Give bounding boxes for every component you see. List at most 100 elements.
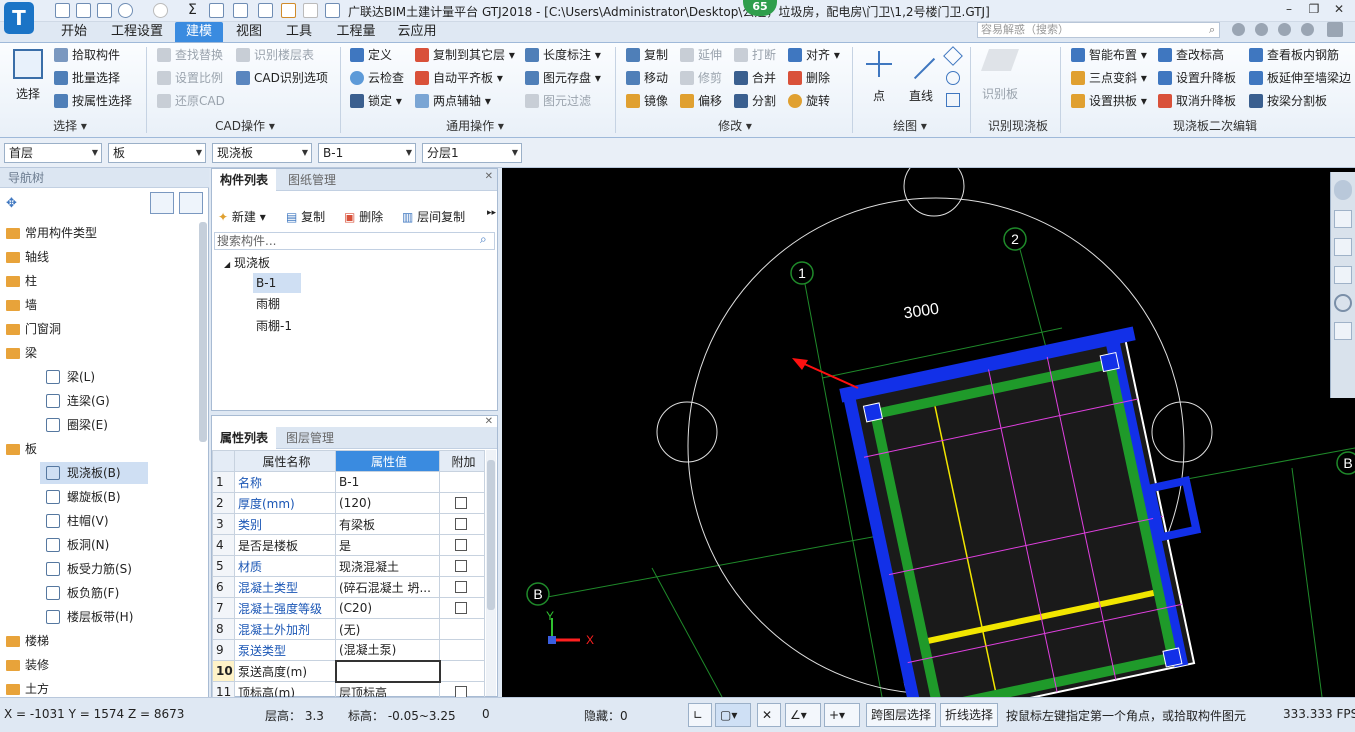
new-file-icon[interactable] xyxy=(55,3,70,18)
three-point-slope-button[interactable]: 三点变斜 ▾ xyxy=(1071,68,1147,88)
tab-view[interactable]: 视图 xyxy=(228,22,270,42)
component-item-canopy[interactable]: 雨棚 xyxy=(256,295,280,312)
circle-icon[interactable] xyxy=(946,71,960,85)
new-component-button[interactable]: ✦ 新建 ▾ xyxy=(218,208,266,225)
element-filter-button[interactable]: 图元过滤 xyxy=(525,91,591,111)
shirt-icon[interactable] xyxy=(1327,22,1343,37)
rectangle-icon[interactable] xyxy=(946,93,960,107)
calc-icon[interactable] xyxy=(209,3,224,18)
extend-slab-button[interactable]: 板延伸至墙梁边 xyxy=(1249,68,1351,88)
report-icon[interactable] xyxy=(233,3,248,18)
tab-project-settings[interactable]: 工程设置 xyxy=(107,22,167,42)
nav-folder[interactable]: 装修 xyxy=(6,654,49,676)
property-value[interactable]: (混凝土泵) xyxy=(335,639,440,661)
nav-item[interactable]: 连梁(G) xyxy=(40,390,110,412)
nav-folder[interactable]: 常用构件类型 xyxy=(6,222,97,244)
drawing-canvas[interactable]: 1 2 B B 3000 Y X xyxy=(502,168,1355,697)
nav-folder[interactable]: 门窗洞 xyxy=(6,318,61,340)
nav-folder[interactable]: 土方 xyxy=(6,678,49,697)
minimize-window-icon[interactable]: – xyxy=(1280,2,1298,18)
move-button[interactable]: 移动 xyxy=(626,68,668,88)
save-element-button[interactable]: 图元存盘 ▾ xyxy=(525,68,601,88)
merge-button[interactable]: 合并 xyxy=(734,68,776,88)
point-draw-button[interactable]: 点 xyxy=(862,47,896,104)
property-row[interactable]: 10 泵送高度(m) xyxy=(212,659,485,683)
bell-icon[interactable] xyxy=(1255,23,1268,36)
component-select[interactable]: B-1 ▼ xyxy=(318,143,416,163)
copy-to-other-floor-button[interactable]: 复制到其它层 ▾ xyxy=(415,45,515,65)
mirror-button[interactable]: 镜像 xyxy=(626,91,668,111)
nav-folder[interactable]: 楼梯 xyxy=(6,630,49,652)
property-row[interactable]: 6 混凝土类型 (碎石混凝土 坍... xyxy=(212,576,485,598)
property-value[interactable]: 是 xyxy=(335,534,440,556)
nav-folder[interactable]: 梁 xyxy=(6,342,37,364)
nav-item[interactable]: 现浇板(B) xyxy=(40,462,148,484)
recognize-floor-table-button[interactable]: 识别楼层表 xyxy=(236,45,314,65)
type-select[interactable]: 现浇板 ▼ xyxy=(212,143,312,163)
cad-options-button[interactable]: CAD识别选项 xyxy=(236,68,328,88)
property-value[interactable]: (120) xyxy=(335,492,440,514)
offset-button[interactable]: 偏移 xyxy=(680,91,722,111)
tab-tools[interactable]: 工具 xyxy=(279,22,319,42)
property-value[interactable]: (碎石混凝土 坍... xyxy=(335,576,440,598)
split-by-beam-button[interactable]: 按梁分割板 xyxy=(1249,91,1327,111)
extra-checkbox[interactable] xyxy=(455,581,467,593)
split-button[interactable]: 分割 xyxy=(734,91,776,111)
cloud-icon[interactable] xyxy=(258,3,273,18)
copy-component-button[interactable]: ▤ 复制 xyxy=(286,208,325,225)
extra-checkbox[interactable] xyxy=(455,539,467,551)
cancel-raise-lower-button[interactable]: 取消升降板 xyxy=(1158,91,1236,111)
sum-icon[interactable]: Σ xyxy=(188,2,197,18)
tab-start[interactable]: 开始 xyxy=(52,22,96,42)
nav-item[interactable]: 板洞(N) xyxy=(40,534,109,556)
nav-item[interactable]: 板受力筋(S) xyxy=(40,558,132,580)
floor-select[interactable]: 首层 ▼ xyxy=(4,143,102,163)
help-icon[interactable] xyxy=(1301,23,1314,36)
property-value[interactable]: B-1 xyxy=(335,471,440,493)
delete-button[interactable]: 删除 xyxy=(788,68,830,88)
tab-component-list[interactable]: 构件列表 xyxy=(212,169,277,191)
nav-folder[interactable]: 墙 xyxy=(6,294,37,316)
restore-cad-button[interactable]: 还原CAD xyxy=(157,91,225,111)
line-draw-button[interactable]: 直线 xyxy=(895,39,939,104)
define-button[interactable]: 定义 xyxy=(350,45,392,65)
layer-select[interactable]: 分层1 ▼ xyxy=(422,143,522,163)
nav-folder[interactable]: 板 xyxy=(6,438,37,460)
property-scrollbar[interactable] xyxy=(486,450,496,696)
nav-item[interactable]: 圈梁(E) xyxy=(40,414,108,436)
nav-scrollbar[interactable] xyxy=(199,222,207,442)
offset-snap-icon[interactable]: +▾ xyxy=(824,703,860,727)
set-raise-lower-button[interactable]: 设置升降板 xyxy=(1158,68,1236,88)
property-row[interactable]: 5 材质 现浇混凝土 xyxy=(212,555,485,577)
nav-item[interactable]: 板负筋(F) xyxy=(40,582,119,604)
tree-root[interactable]: ◢ 现浇板 xyxy=(224,254,270,271)
polyline-select-button[interactable]: 折线选择 xyxy=(940,703,999,727)
two-point-axis-button[interactable]: 两点辅轴 ▾ xyxy=(415,91,491,111)
set-arch-slab-button[interactable]: 设置拱板 ▾ xyxy=(1071,91,1147,111)
close-icon[interactable]: ✕ xyxy=(485,416,493,427)
save-icon[interactable] xyxy=(97,3,112,18)
cross-layer-select-button[interactable]: 跨图层选择 xyxy=(866,703,937,727)
view-slab-rebar-button[interactable]: 查看板内钢筋 xyxy=(1249,45,1339,65)
property-row[interactable]: 3 类别 有梁板 xyxy=(212,513,485,535)
layers-view-icon[interactable] xyxy=(1334,322,1352,340)
arc-icon[interactable] xyxy=(943,46,963,66)
tab-property-list[interactable]: 属性列表 xyxy=(212,427,277,449)
property-row[interactable]: 1 名称 B-1 xyxy=(212,471,485,493)
rotate-view-icon[interactable] xyxy=(1334,294,1352,312)
smart-layout-button[interactable]: 智能布置 ▾ xyxy=(1071,45,1147,65)
component-item-canopy-1[interactable]: 雨棚-1 xyxy=(256,317,292,334)
canvas-drawing[interactable]: 1 2 B B 3000 Y X xyxy=(502,168,1355,697)
nav-item[interactable]: 梁(L) xyxy=(40,366,95,388)
tab-quantity[interactable]: 工程量 xyxy=(330,22,382,42)
length-dimension-button[interactable]: 长度标注 ▾ xyxy=(525,45,601,65)
message-icon[interactable] xyxy=(1278,23,1291,36)
property-row[interactable]: 4 是否是楼板是 xyxy=(212,534,485,556)
property-value[interactable] xyxy=(334,659,441,683)
cube-view-icon[interactable] xyxy=(1334,238,1352,256)
open-file-icon[interactable] xyxy=(76,3,91,18)
property-row[interactable]: 7 混凝土强度等级 (C20) xyxy=(212,597,485,619)
trim-button[interactable]: 修剪 xyxy=(680,68,722,88)
property-value[interactable]: 现浇混凝土 xyxy=(335,555,440,577)
close-icon[interactable]: ✕ xyxy=(485,171,493,182)
